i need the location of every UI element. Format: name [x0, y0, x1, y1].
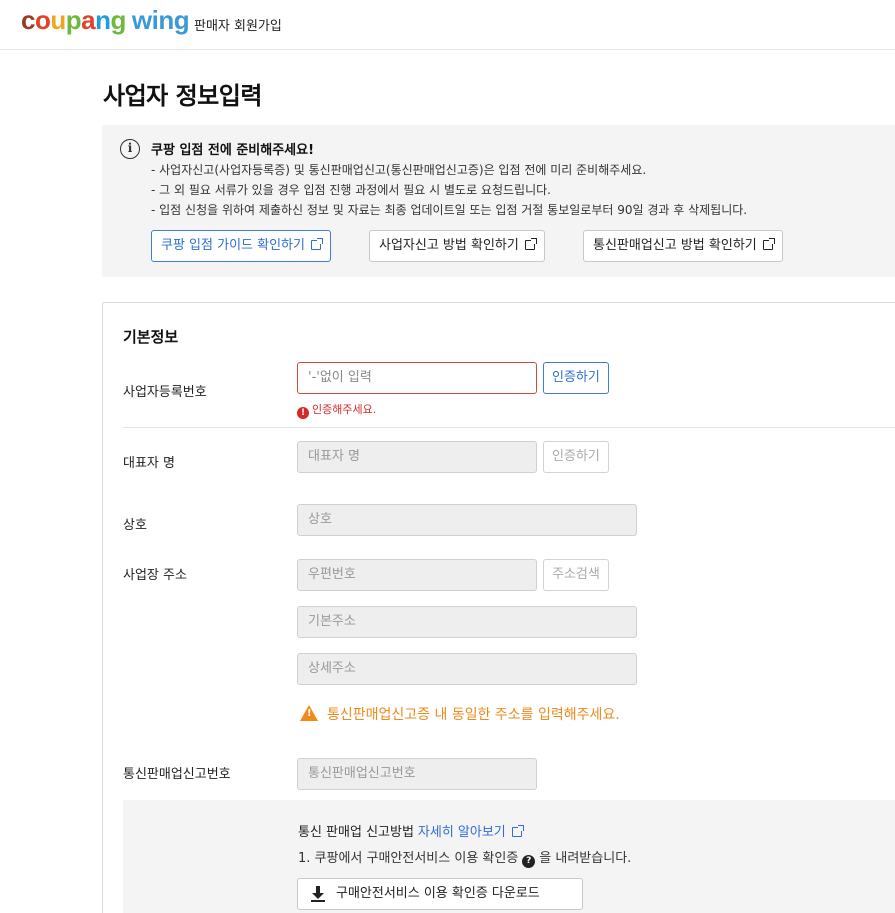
download-certificate-button[interactable]: 구매안전서비스 이용 확인증 다운로드 — [297, 878, 583, 910]
external-link-icon — [525, 240, 535, 250]
external-link-icon — [512, 827, 522, 837]
learn-more-link[interactable]: 자세히 알아보기 — [418, 825, 506, 840]
biz-number-input[interactable]: '-'없이 입력 — [297, 362, 537, 394]
header-subtitle: 판매자 회원가입 — [194, 15, 282, 34]
notice-box: i 쿠팡 입점 전에 준비해주세요! - 사업자신고(사업자등록증) 및 통신판… — [102, 125, 895, 277]
ecommerce-guide-box: 통신 판매업 신고방법자세히 알아보기 1. 쿠팡에서 구매안전서비스 이용 확… — [123, 800, 895, 913]
divider — [123, 427, 895, 428]
page-title: 사업자 정보입력 — [103, 76, 262, 111]
ecommerce-number-label: 통신판매업신고번호 — [123, 763, 231, 782]
notice-title: 쿠팡 입점 전에 준비해주세요! — [151, 139, 314, 158]
error-icon: ! — [297, 407, 309, 419]
address-warning: !통신판매업신고증 내 동일한 주소를 입력해주세요. — [300, 704, 620, 724]
warning-icon: ! — [300, 705, 318, 721]
biz-number-label: 사업자등록번호 — [123, 381, 207, 400]
address-label: 사업장 주소 — [123, 564, 187, 583]
zip-code-input[interactable]: 우편번호 — [297, 559, 537, 591]
notice-line: - 사업자신고(사업자등록증) 및 통신판매업신고(통신판매업신고증)은 입점 … — [151, 161, 646, 178]
address-search-button[interactable]: 주소검색 — [543, 559, 609, 591]
external-link-icon — [763, 240, 773, 250]
guide-step: 1. 쿠팡에서 구매안전서비스 이용 확인증?을 내려받습니다. — [298, 847, 631, 868]
rep-name-input[interactable]: 대표자 명 — [297, 441, 537, 473]
help-icon[interactable]: ? — [522, 855, 535, 868]
detail-address-input[interactable]: 상세주소 — [297, 653, 637, 685]
external-link-icon — [311, 240, 321, 250]
guide-title-row: 통신 판매업 신고방법자세히 알아보기 — [298, 821, 522, 840]
biz-number-verify-button[interactable]: 인증하기 — [543, 362, 609, 394]
coupang-wing-logo[interactable]: coupangwing — [21, 5, 189, 36]
base-address-input[interactable]: 기본주소 — [297, 606, 637, 638]
ecommerce-number-input[interactable]: 통신판매업신고번호 — [297, 758, 537, 790]
download-icon — [311, 886, 325, 902]
notice-line: - 그 외 필요 서류가 있을 경우 입점 진행 과정에서 필요 시 별도로 요… — [151, 181, 551, 198]
notice-line: - 입점 신청을 위하여 제출하신 정보 및 자료는 최종 업데이트일 또는 입… — [151, 201, 747, 218]
company-label: 상호 — [123, 514, 147, 533]
ecommerce-report-guide-button[interactable]: 통신판매업신고 방법 확인하기 — [583, 230, 783, 262]
company-input[interactable]: 상호 — [297, 504, 637, 536]
biz-number-error: !인증해주세요. — [297, 401, 376, 419]
section-title: 기본정보 — [123, 326, 178, 347]
rep-name-verify-button[interactable]: 인증하기 — [543, 441, 609, 473]
top-bar: coupangwing 판매자 회원가입 — [0, 0, 895, 50]
info-icon: i — [120, 139, 140, 159]
business-report-guide-button[interactable]: 사업자신고 방법 확인하기 — [369, 230, 545, 262]
rep-name-label: 대표자 명 — [123, 452, 175, 471]
coupang-guide-button[interactable]: 쿠팡 입점 가이드 확인하기 — [151, 230, 331, 262]
